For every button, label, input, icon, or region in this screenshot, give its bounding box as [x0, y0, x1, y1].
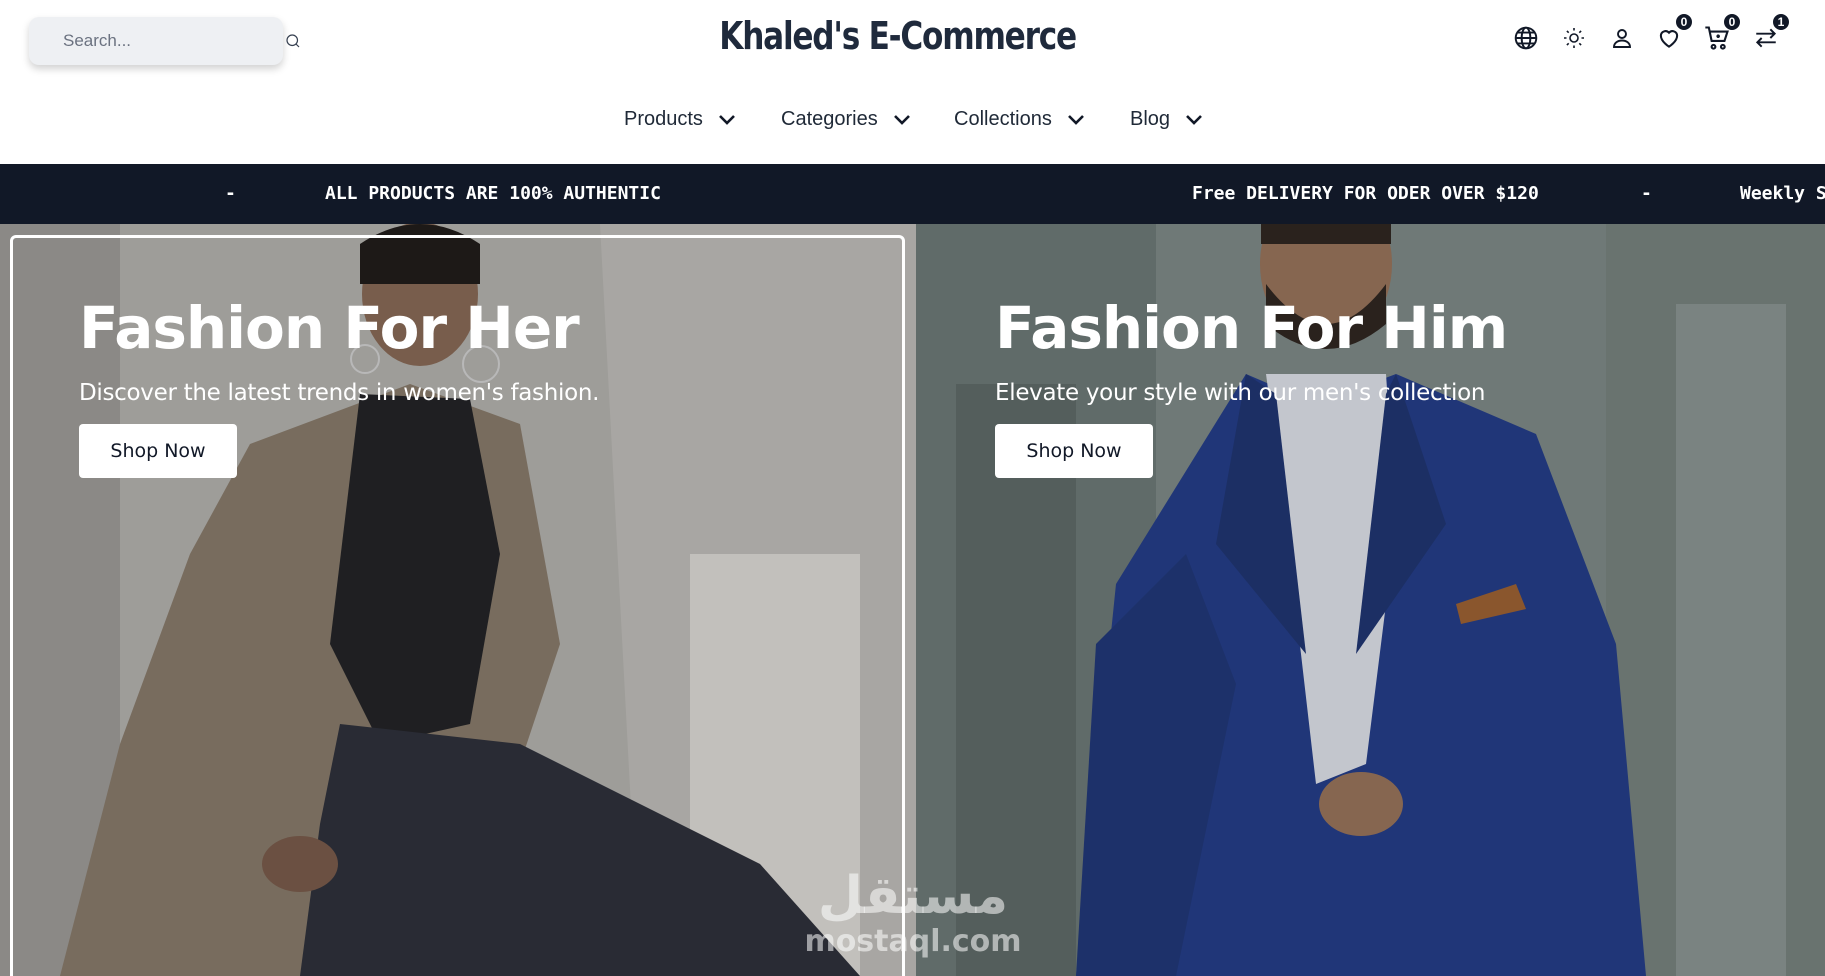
sun-icon: [1564, 28, 1584, 48]
nav-item-label: Categories: [781, 108, 878, 130]
announcement-separator: -: [225, 183, 236, 204]
watermark: مستقل mostaql.com: [803, 870, 1023, 959]
compare-count-badge: 1: [1772, 13, 1790, 31]
announcement-separator: -: [1641, 183, 1652, 204]
brand-logo[interactable]: Khaled's E-Commerce: [162, 14, 1634, 58]
globe-icon: [1514, 26, 1538, 50]
chevron-down-icon: [893, 114, 910, 125]
wishlist-button[interactable]: 0: [1653, 13, 1693, 54]
chevron-down-icon: [1186, 114, 1202, 125]
announcement-text: Free DELIVERY FOR ODER OVER $120: [1192, 183, 1539, 204]
theme-toggle-button[interactable]: [1558, 22, 1590, 54]
shop-now-her-button[interactable]: Shop Now: [79, 424, 237, 478]
nav-item-collections[interactable]: Collections: [954, 108, 1086, 131]
announcement-bar: - ALL PRODUCTS ARE 100% AUTHENTIC Free D…: [0, 164, 1825, 224]
language-button[interactable]: [1510, 22, 1542, 54]
wishlist-count-badge: 0: [1675, 13, 1693, 31]
nav-item-label: Blog: [1130, 108, 1171, 130]
hero-section: Fashion For Her Discover the latest tren…: [0, 224, 1825, 976]
hero-her-title: Fashion For Her: [79, 294, 580, 362]
watermark-arabic-text: مستقل: [817, 866, 1009, 926]
main-nav: Products Categories Collections Blog: [0, 108, 1825, 142]
nav-item-products[interactable]: Products: [624, 108, 737, 131]
watermark-latin-text: mostaql.com: [804, 924, 1022, 959]
site-header: Khaled's E-Commerce 0 0 1 Products: [0, 0, 1825, 164]
hero-him-copy: Fashion For Him Elevate your style with …: [995, 294, 1508, 478]
chevron-down-icon: [719, 114, 735, 125]
cart-button[interactable]: 0: [1701, 13, 1741, 54]
account-button[interactable]: [1606, 22, 1638, 54]
hero-her-copy: Fashion For Her Discover the latest tren…: [79, 294, 599, 478]
hero-her-subtitle: Discover the latest trends in women's fa…: [79, 380, 600, 406]
nav-item-blog[interactable]: Blog: [1130, 108, 1204, 131]
announcement-text: ALL PRODUCTS ARE 100% AUTHENTIC: [325, 183, 661, 204]
nav-item-label: Collections: [954, 108, 1052, 130]
shop-now-him-button[interactable]: Shop Now: [995, 424, 1153, 478]
nav-item-label: Products: [624, 108, 703, 130]
nav-item-categories[interactable]: Categories: [781, 108, 912, 131]
hero-him-subtitle: Elevate your style with our men's collec…: [995, 380, 1486, 406]
user-icon: [1613, 29, 1631, 48]
hero-him-title: Fashion For Him: [995, 294, 1508, 362]
cart-count-badge: 0: [1723, 13, 1741, 31]
compare-button[interactable]: 1: [1750, 13, 1790, 54]
chevron-down-icon: [1067, 114, 1084, 125]
announcement-text: Weekly S: [1740, 183, 1825, 204]
